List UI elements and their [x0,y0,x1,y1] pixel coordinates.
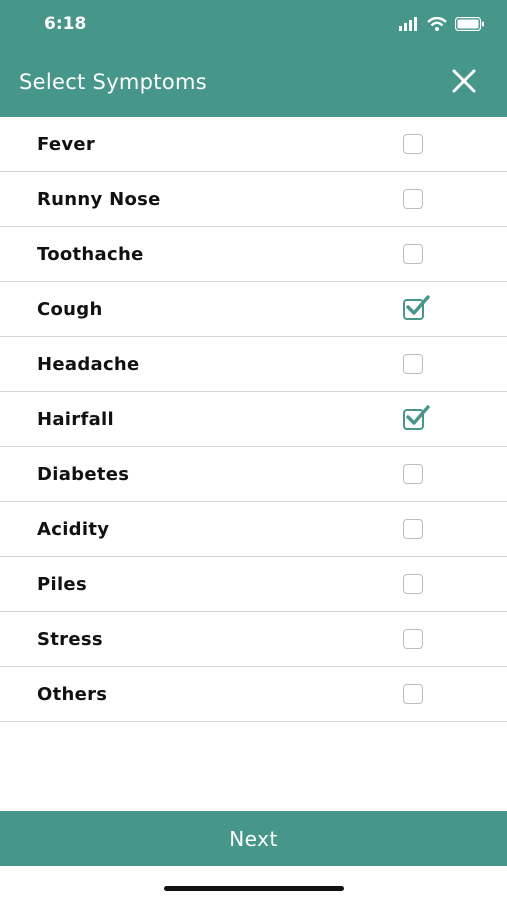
list-item[interactable]: Others [0,667,507,722]
page-title: Select Symptoms [19,70,207,94]
symptom-checkbox[interactable] [403,134,423,154]
wifi-icon [427,16,447,35]
checkmark-icon [406,405,430,425]
symptom-label: Fever [37,133,96,155]
list-item[interactable]: Piles [0,557,507,612]
symptom-label: Others [37,683,108,705]
symptom-label: Hairfall [37,408,114,430]
symptom-list: Fever Runny Nose Toothache Cough Headach… [0,117,507,722]
symptom-checkbox[interactable] [403,244,423,264]
checkmark-icon [406,295,430,315]
symptom-checkbox[interactable] [403,295,430,320]
list-item[interactable]: Hairfall [0,392,507,447]
list-item[interactable]: Runny Nose [0,172,507,227]
symptom-label: Headache [37,353,140,375]
symptom-checkbox[interactable] [403,189,423,209]
symptom-label: Acidity [37,518,110,540]
list-item[interactable]: Acidity [0,502,507,557]
cellular-signal-icon [399,16,419,35]
symptom-checkbox[interactable] [403,464,423,484]
symptom-label: Piles [37,573,87,595]
header-bar: 6:18 Select Symptoms [0,0,507,117]
status-time: 6:18 [44,14,87,34]
close-button[interactable] [449,66,479,96]
next-button[interactable]: Next [0,811,507,866]
status-icons [399,16,485,35]
symptom-checkbox[interactable] [403,405,430,430]
symptom-checkbox[interactable] [403,574,423,594]
next-button-label: Next [229,826,278,851]
symptom-checkbox[interactable] [403,354,423,374]
symptom-label: Cough [37,298,103,320]
symptom-checkbox[interactable] [403,519,423,539]
symptom-label: Runny Nose [37,188,161,210]
close-icon [452,69,476,93]
home-indicator [164,886,344,891]
symptom-label: Stress [37,628,103,650]
list-item[interactable]: Stress [0,612,507,667]
list-item[interactable]: Fever [0,117,507,172]
battery-icon [454,16,485,35]
list-item[interactable]: Headache [0,337,507,392]
symptom-checkbox[interactable] [403,629,423,649]
list-item[interactable]: Toothache [0,227,507,282]
symptom-checkbox[interactable] [403,684,423,704]
symptom-label: Toothache [37,243,144,265]
list-item[interactable]: Diabetes [0,447,507,502]
symptom-label: Diabetes [37,463,130,485]
list-item[interactable]: Cough [0,282,507,337]
